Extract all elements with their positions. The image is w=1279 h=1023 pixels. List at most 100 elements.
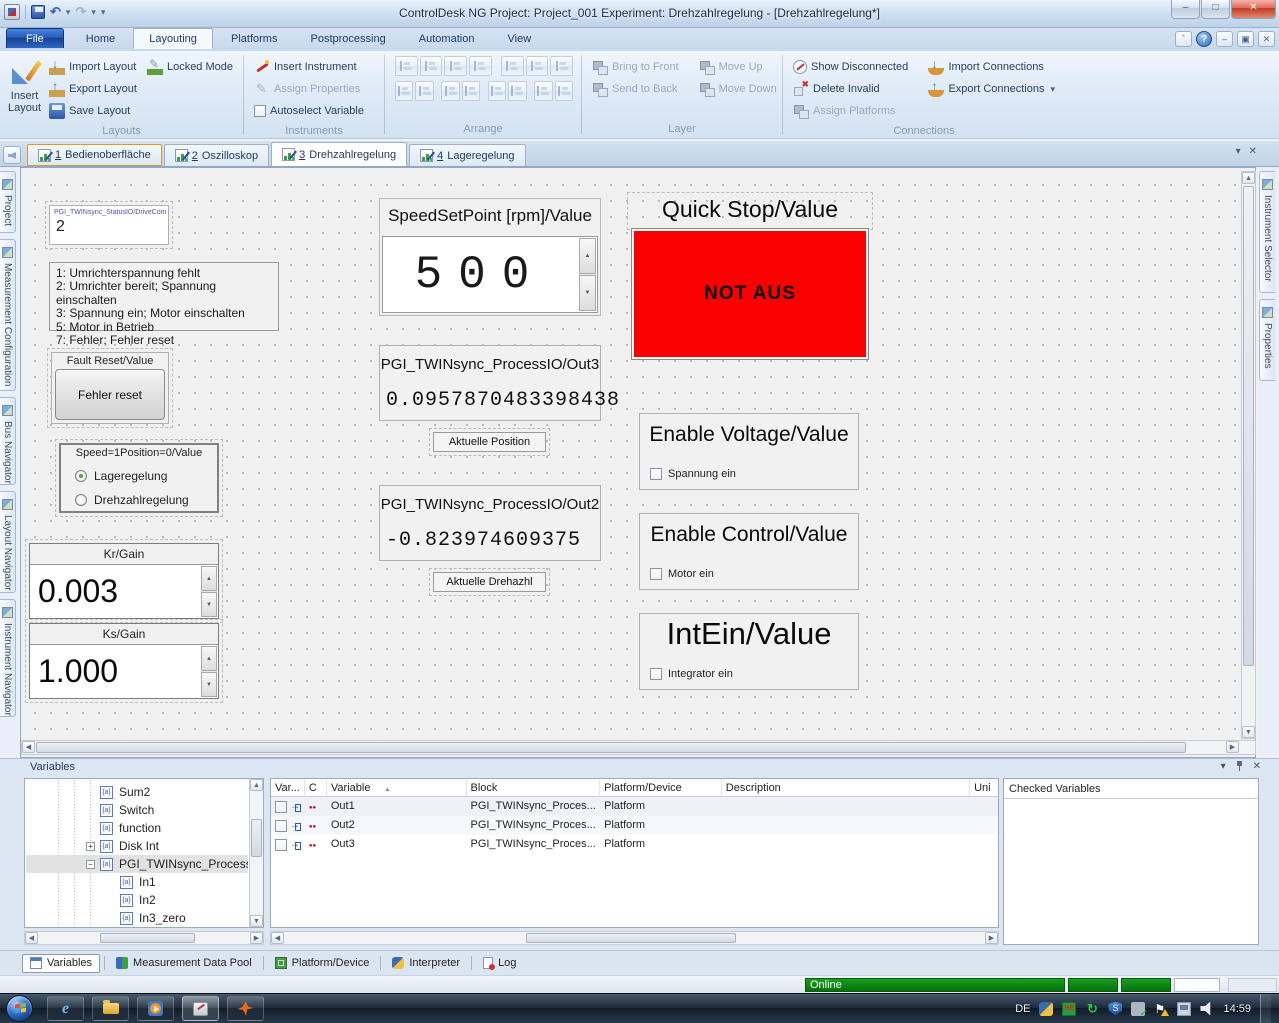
- import-layout-button[interactable]: Import Layout: [45, 56, 141, 78]
- fit-to-grid-icon[interactable]: [550, 56, 573, 76]
- scroll-up-icon[interactable]: ▲: [1242, 172, 1255, 184]
- tree-item-pgi-twinsync-processio[interactable]: PGI_TWINsync_ProcessI: [26, 855, 248, 873]
- move-up-button[interactable]: Move Up: [695, 56, 781, 78]
- checkbox-icon[interactable]: [650, 568, 662, 580]
- kr-spin-down-icon[interactable]: ▼: [201, 592, 217, 617]
- group-icon[interactable]: [534, 81, 552, 101]
- align-bottom-icon[interactable]: [469, 56, 492, 76]
- tree-hscroll-thumb[interactable]: [100, 933, 195, 943]
- minimize-button[interactable]: –: [1171, 0, 1200, 19]
- customize-qat-icon[interactable]: [101, 3, 106, 20]
- tab-file[interactable]: File: [6, 28, 64, 48]
- network-icon[interactable]: [1177, 1002, 1191, 1016]
- scroll-up-icon[interactable]: ▲: [250, 779, 263, 791]
- distribute-horizontally-icon[interactable]: [441, 81, 459, 101]
- row-checkbox-icon[interactable]: [275, 820, 287, 832]
- table-row-out3[interactable]: Out3 PGI_TWINsync_Proces... Platform: [271, 835, 998, 854]
- close-layout-icon[interactable]: ✕: [1249, 146, 1257, 157]
- center-vertically-icon[interactable]: [501, 56, 524, 76]
- variable-tree[interactable]: Sum2 Switch function Disk Int PGI_TWINsy…: [24, 778, 264, 928]
- tree-item-sum2[interactable]: Sum2: [26, 783, 248, 801]
- collapse-icon[interactable]: [86, 860, 95, 869]
- undo-dropdown-icon[interactable]: [66, 3, 71, 20]
- windows-explorer-button[interactable]: [92, 996, 129, 1021]
- scroll-right-icon[interactable]: ▶: [1226, 741, 1239, 753]
- redo-icon[interactable]: [75, 4, 86, 20]
- speed-spin-down-icon[interactable]: ▼: [579, 275, 596, 311]
- security-shield-icon[interactable]: [1108, 1002, 1122, 1016]
- table-hscroll-thumb[interactable]: [526, 933, 736, 943]
- align-right-icon[interactable]: [420, 56, 443, 76]
- assign-platforms-button[interactable]: Assign Platforms: [789, 100, 912, 122]
- show-disconnected-button[interactable]: Show Disconnected: [789, 56, 912, 78]
- child-close-button[interactable]: ✕: [1258, 31, 1275, 47]
- show-desktop-button[interactable]: [1260, 994, 1271, 1023]
- autoselect-variable-checkbox[interactable]: Autoselect Variable: [250, 100, 368, 122]
- table-hscrollbar[interactable]: ◀ ▶: [270, 931, 999, 945]
- matlab-button[interactable]: [227, 996, 264, 1021]
- align-top-icon[interactable]: [444, 56, 467, 76]
- autoselect-checkbox-icon[interactable]: [254, 105, 266, 117]
- delete-invalid-button[interactable]: Delete Invalid: [789, 78, 912, 100]
- status-text-box[interactable]: 1: Umrichterspannung fehlt 2: Umrichter …: [49, 262, 279, 331]
- sidebar-tab-layout-navigator[interactable]: Layout Navigator: [0, 491, 16, 593]
- tab-log[interactable]: Log: [476, 954, 523, 973]
- scroll-left-icon[interactable]: ◀: [271, 932, 284, 944]
- maximize-button[interactable]: □: [1201, 0, 1230, 19]
- tree-item-disk-int[interactable]: Disk Int: [26, 837, 248, 855]
- row-checkbox-icon[interactable]: [275, 801, 287, 813]
- child-restore-button[interactable]: ▣: [1237, 31, 1254, 47]
- tree-item-in2[interactable]: In2: [26, 891, 248, 909]
- radio-drehzahlregelung[interactable]: Drehzahlregelung: [75, 493, 217, 507]
- row-checkbox-icon[interactable]: [275, 839, 287, 851]
- panel-close-icon[interactable]: ✕: [1253, 761, 1261, 772]
- media-player-button[interactable]: [137, 996, 174, 1021]
- tab-measurement-data-pool[interactable]: Measurement Data Pool: [109, 954, 259, 973]
- scroll-down-icon[interactable]: ▼: [1242, 726, 1255, 738]
- same-height-icon[interactable]: [415, 81, 433, 101]
- fehler-reset-button[interactable]: Fehler reset: [55, 369, 165, 420]
- redo-dropdown-icon[interactable]: [91, 3, 96, 20]
- spannung-ein-checkbox[interactable]: Spannung ein: [650, 468, 736, 480]
- he-tray-icon[interactable]: [1062, 1002, 1076, 1016]
- tree-vscrollbar[interactable]: ▲ ▼: [249, 779, 263, 927]
- import-connections-button[interactable]: Import Connections: [924, 56, 1059, 78]
- speed-spin-up-icon[interactable]: ▲: [579, 238, 596, 274]
- volume-icon[interactable]: [1200, 1002, 1214, 1016]
- center-horizontally-icon[interactable]: [526, 56, 549, 76]
- move-down-button[interactable]: Move Down: [695, 78, 781, 100]
- usb-device-icon[interactable]: [1131, 1002, 1145, 1016]
- action-center-flag-icon[interactable]: [1154, 1002, 1168, 1016]
- layout-pane-icon[interactable]: [3, 146, 21, 164]
- fit-frame-icon[interactable]: [508, 81, 526, 101]
- controldesk-app-icon[interactable]: [4, 4, 20, 20]
- assign-properties-button[interactable]: Assign Properties: [250, 78, 368, 100]
- tab-home[interactable]: Home: [71, 29, 130, 48]
- clock[interactable]: 14:59: [1223, 1003, 1251, 1015]
- checked-variables-header[interactable]: Checked Variables: [1004, 779, 1258, 799]
- scroll-right-icon[interactable]: ▶: [250, 932, 263, 944]
- sidebar-tab-measurement-configuration[interactable]: Measurement Configuration: [0, 239, 16, 391]
- tab-view[interactable]: View: [493, 29, 547, 48]
- send-to-back-button[interactable]: Send to Back: [588, 78, 683, 100]
- save-layout-button[interactable]: Save Layout: [45, 100, 141, 122]
- column-header-block[interactable]: Block: [467, 779, 601, 796]
- python-tray-icon[interactable]: [1039, 1002, 1053, 1016]
- tree-item-switch[interactable]: Switch: [26, 801, 248, 819]
- radio-lageregelung[interactable]: Lageregelung: [75, 469, 217, 483]
- not-aus-button[interactable]: NOT AUS: [631, 228, 869, 360]
- ungroup-icon[interactable]: [555, 81, 573, 101]
- scroll-down-icon[interactable]: ▼: [250, 915, 263, 927]
- tree-vscroll-thumb[interactable]: [251, 819, 262, 857]
- checked-variables-panel[interactable]: Checked Variables: [1003, 778, 1259, 945]
- export-connections-button[interactable]: Export Connections: [924, 78, 1059, 100]
- sidebar-tab-instrument-selector[interactable]: Instrument Selector: [1259, 171, 1275, 293]
- speed-setpoint-value[interactable]: 500: [383, 237, 577, 312]
- tree-item-function[interactable]: function: [26, 819, 248, 837]
- ks-spin-down-icon[interactable]: ▼: [201, 672, 217, 697]
- insert-layout-button[interactable]: Insert Layout: [6, 56, 43, 122]
- checkbox-icon[interactable]: [650, 668, 662, 680]
- out2-display[interactable]: PGI_TWINsync_ProcessIO/Out2 -0.823974609…: [379, 485, 601, 561]
- layout-tab-bedienoberflaeche[interactable]: 1 Bedienoberfläche: [27, 144, 162, 166]
- layout-tab-lageregelung[interactable]: 4 Lageregelung: [409, 144, 525, 166]
